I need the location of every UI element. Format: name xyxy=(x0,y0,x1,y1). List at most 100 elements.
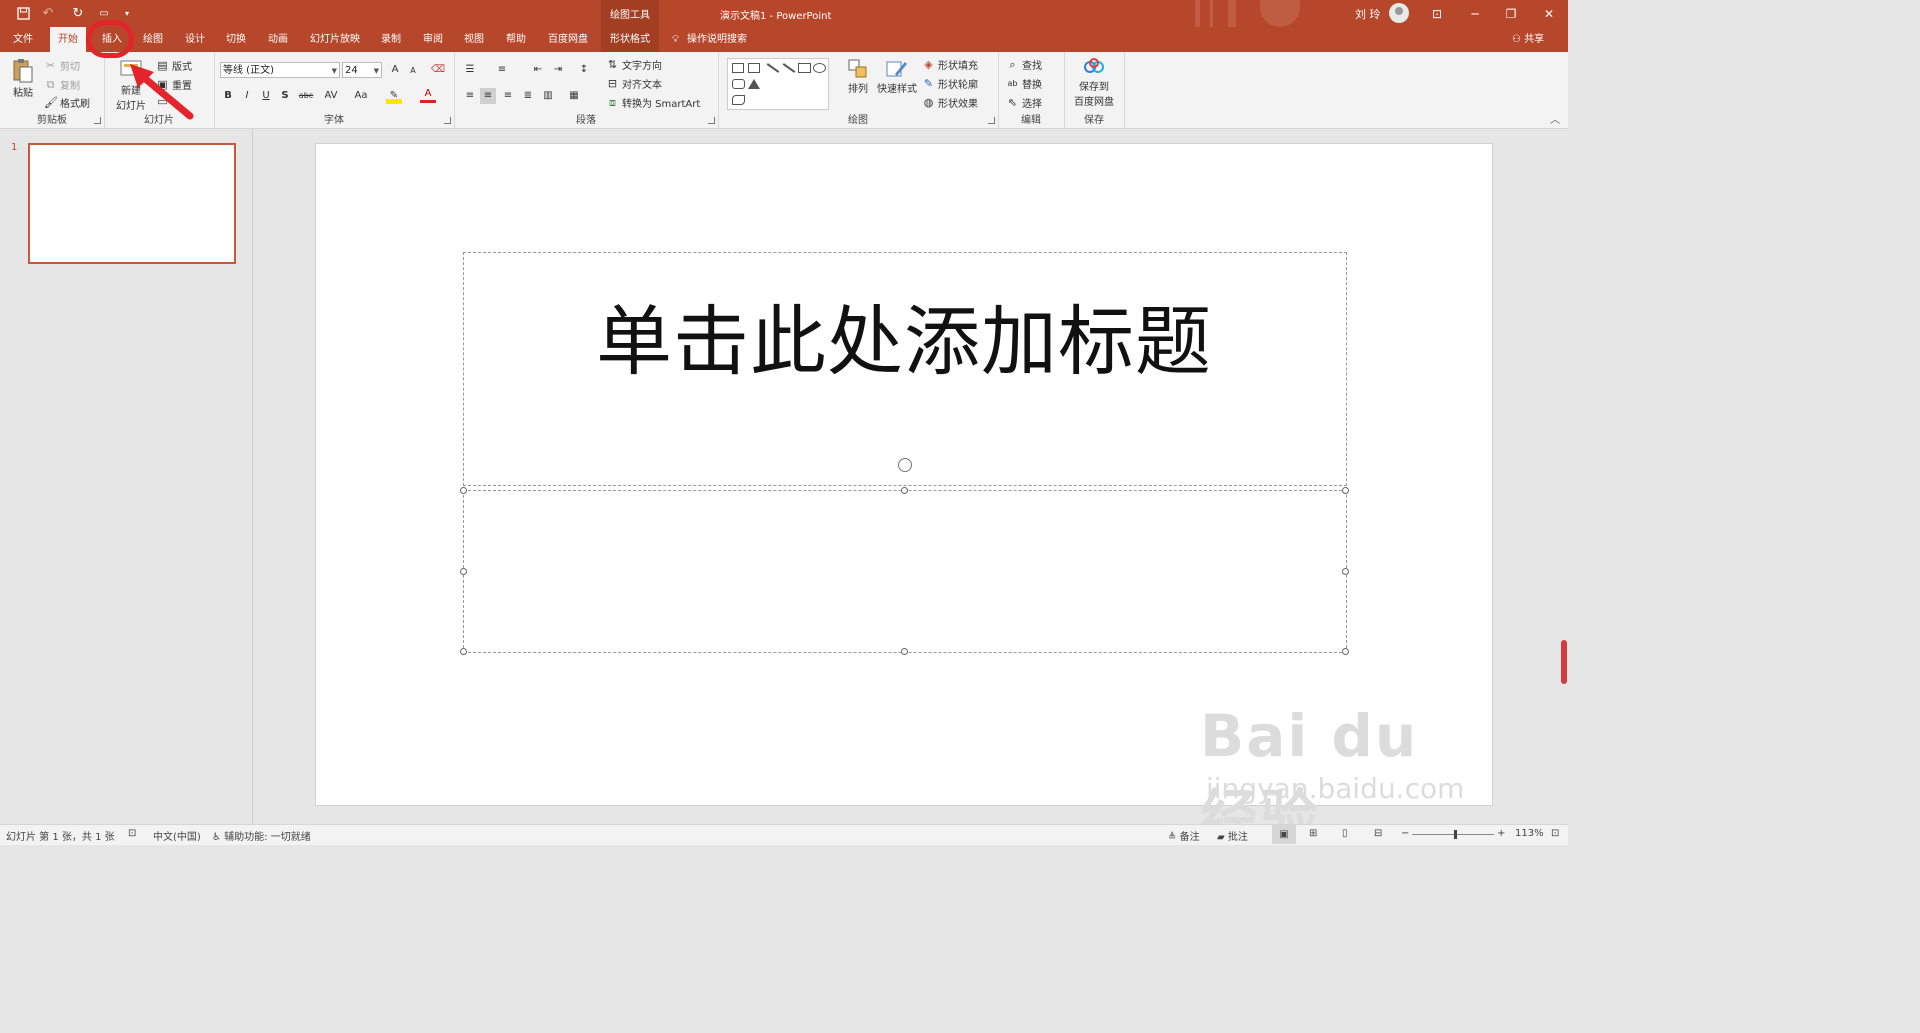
convert-smartart-button[interactable]: ⧈ 转换为 SmartArt xyxy=(606,95,700,110)
align-left-icon[interactable]: ≡ xyxy=(462,88,478,104)
avatar[interactable] xyxy=(1389,3,1409,23)
textbox-shape[interactable] xyxy=(732,63,744,73)
user-name[interactable]: 刘 玲 xyxy=(1355,6,1381,22)
distribute-icon[interactable]: ▥ xyxy=(540,88,556,104)
ribbon-display-icon[interactable]: ⊡ xyxy=(1418,0,1456,27)
rounded-rect-shape[interactable] xyxy=(732,79,745,89)
grow-font-button[interactable]: A xyxy=(387,62,403,78)
resize-handle[interactable] xyxy=(1342,487,1349,494)
oval-shape[interactable] xyxy=(813,63,826,73)
shape-fill-button[interactable]: ◈ 形状填充 xyxy=(922,57,978,72)
select-button[interactable]: ⇖ 选择 xyxy=(1006,95,1042,110)
customize-icon[interactable]: ▾ xyxy=(117,4,137,22)
line-shape[interactable] xyxy=(766,63,780,73)
align-right-icon[interactable]: ≡ xyxy=(500,88,516,104)
zoom-out-button[interactable]: − xyxy=(1401,828,1409,839)
shadow-button[interactable]: S xyxy=(277,88,293,104)
dialog-launcher-icon[interactable] xyxy=(444,117,451,124)
line-spacing-icon[interactable]: ↕ xyxy=(576,62,592,78)
tab-design[interactable]: 设计 xyxy=(183,27,207,52)
columns-icon[interactable]: ▦ xyxy=(566,88,582,104)
rectangle-shape[interactable] xyxy=(798,63,811,73)
copy-button[interactable]: ⧉ 复制 xyxy=(44,77,80,92)
quick-styles-button[interactable]: 快速样式 xyxy=(876,58,918,95)
close-icon[interactable]: ✕ xyxy=(1530,0,1568,27)
comments-button[interactable]: ▰ 批注 xyxy=(1217,828,1248,843)
language[interactable]: 中文(中国) xyxy=(153,828,201,843)
spellcheck-icon[interactable]: ⊡ xyxy=(128,828,136,839)
freeform-shape[interactable] xyxy=(732,95,745,105)
replace-button[interactable]: ab 替换 xyxy=(1006,76,1043,91)
tab-animations[interactable]: 动画 xyxy=(266,27,290,52)
zoom-slider-thumb[interactable] xyxy=(1454,830,1457,839)
resize-handle[interactable] xyxy=(460,648,467,655)
slide-thumbnail[interactable] xyxy=(28,143,236,264)
align-text-button[interactable]: ⊟ 对齐文本 xyxy=(606,76,662,91)
resize-handle[interactable] xyxy=(460,487,467,494)
shapes-gallery[interactable] xyxy=(727,58,829,110)
clear-format-icon[interactable]: ⌫ xyxy=(430,62,446,78)
tab-slideshow[interactable]: 幻灯片放映 xyxy=(308,27,362,52)
subtitle-placeholder[interactable] xyxy=(463,490,1347,653)
dialog-launcher-icon[interactable] xyxy=(708,117,715,124)
save-icon[interactable] xyxy=(13,4,33,22)
format-painter-button[interactable]: 🖌︎ 格式刷 xyxy=(44,95,90,110)
resize-handle[interactable] xyxy=(1342,648,1349,655)
strikethrough-button[interactable]: abc xyxy=(296,88,316,104)
bullets-icon[interactable]: ☰ xyxy=(462,62,478,78)
tab-shape-format[interactable]: 形状格式 xyxy=(601,27,659,52)
cut-button[interactable]: ✂ 剪切 xyxy=(44,58,80,73)
title-placeholder-text[interactable]: 单击此处添加标题 xyxy=(316,280,1492,390)
triangle-shape[interactable] xyxy=(748,79,760,89)
dialog-launcher-icon[interactable] xyxy=(94,117,101,124)
restore-icon[interactable]: ❐ xyxy=(1492,0,1530,27)
dialog-launcher-icon[interactable] xyxy=(988,117,995,124)
save-to-netdisk-button[interactable]: 保存到 百度网盘 xyxy=(1072,58,1116,108)
italic-button[interactable]: I xyxy=(239,88,255,104)
align-center-icon[interactable]: ≡ xyxy=(480,88,496,104)
bold-button[interactable]: B xyxy=(220,88,236,104)
resize-handle[interactable] xyxy=(460,568,467,575)
zoom-level[interactable]: 113% xyxy=(1515,828,1544,839)
shape-outline-button[interactable]: ✎ 形状轮廓 xyxy=(922,76,978,91)
tab-view[interactable]: 视图 xyxy=(462,27,486,52)
accessibility-status[interactable]: ♿︎ 辅助功能: 一切就绪 xyxy=(212,828,311,843)
numbering-icon[interactable]: ≡ xyxy=(494,62,510,78)
minimize-icon[interactable]: ─ xyxy=(1456,0,1494,27)
resize-handle[interactable] xyxy=(1342,568,1349,575)
paste-button[interactable]: 粘贴 xyxy=(8,58,38,99)
font-color-button[interactable]: A xyxy=(420,87,436,103)
resize-handle[interactable] xyxy=(901,487,908,494)
underline-button[interactable]: U xyxy=(258,88,274,104)
char-spacing-button[interactable]: AV xyxy=(320,88,342,104)
tab-review[interactable]: 审阅 xyxy=(421,27,445,52)
resize-handle[interactable] xyxy=(901,648,908,655)
change-case-button[interactable]: Aa xyxy=(350,88,372,104)
arrow-shape[interactable] xyxy=(782,63,796,73)
find-button[interactable]: ⌕ 查找 xyxy=(1006,57,1042,72)
text-direction-button[interactable]: ⇅ 文字方向 xyxy=(606,57,662,72)
undo-icon[interactable]: ↶ xyxy=(38,4,58,22)
reading-view-icon[interactable]: ▯ xyxy=(1342,828,1348,839)
tab-transitions[interactable]: 切换 xyxy=(224,27,248,52)
fit-slide-icon[interactable]: ⊡ xyxy=(1551,828,1559,839)
vertical-textbox-shape[interactable] xyxy=(748,63,760,73)
collapse-ribbon-icon[interactable]: ︿ xyxy=(1550,111,1560,126)
tab-baidu-netdisk[interactable]: 百度网盘 xyxy=(546,27,590,52)
tab-help[interactable]: 帮助 xyxy=(504,27,528,52)
font-size-select[interactable]: 24 ▼ xyxy=(342,62,382,78)
zoom-in-button[interactable]: + xyxy=(1497,828,1505,839)
slide-sorter-icon[interactable]: ⊞ xyxy=(1309,828,1317,839)
share-button[interactable]: ⚇ 共享 xyxy=(1512,27,1544,52)
slideshow-view-icon[interactable]: ⊟ xyxy=(1374,828,1382,839)
tell-me-search[interactable]: 💡︎ 操作说明搜索 xyxy=(672,27,747,52)
tab-file[interactable]: 文件 xyxy=(11,27,35,52)
tab-record[interactable]: 录制 xyxy=(379,27,403,52)
notes-button[interactable]: ≜ 备注 xyxy=(1168,828,1200,843)
tab-draw[interactable]: 绘图 xyxy=(141,27,165,52)
tab-home[interactable]: 开始 xyxy=(50,27,86,52)
increase-indent-icon[interactable]: ⇥ xyxy=(550,62,566,78)
redo-icon[interactable]: ↻ xyxy=(68,4,88,22)
highlight-icon[interactable]: ✎ xyxy=(386,88,402,104)
arrange-button[interactable]: 排列 xyxy=(846,58,870,95)
